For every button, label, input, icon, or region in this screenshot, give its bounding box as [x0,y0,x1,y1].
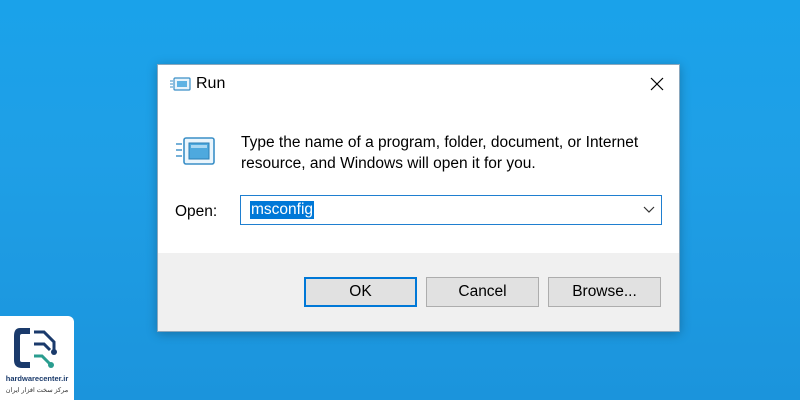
dropdown-button[interactable] [637,196,661,224]
dialog-title: Run [196,75,226,92]
ok-button[interactable]: OK [304,277,417,307]
close-button[interactable] [635,65,679,103]
open-label: Open: [175,203,218,220]
browse-button[interactable]: Browse... [548,277,661,307]
watermark-tagline: مرکز سخت افزار ایران [5,387,69,394]
cancel-button[interactable]: Cancel [426,277,539,307]
open-input[interactable]: msconfig [250,201,315,219]
title-bar[interactable]: Run [158,65,679,103]
dialog-description: Type the name of a program, folder, docu… [241,134,639,172]
open-combobox[interactable]: msconfig [240,195,662,225]
run-icon [170,77,192,91]
run-icon [176,135,216,167]
watermark-site: hardwarecenter.ir [5,374,69,383]
button-bar: OK Cancel Browse... [158,253,679,331]
phone-plug-logo [10,322,62,374]
watermark: hardwarecenter.ir مرکز سخت افزار ایران [0,316,74,400]
chevron-down-icon [643,206,655,213]
close-icon [650,77,664,91]
run-dialog: Run Type the name of a program, folder, … [157,64,680,332]
